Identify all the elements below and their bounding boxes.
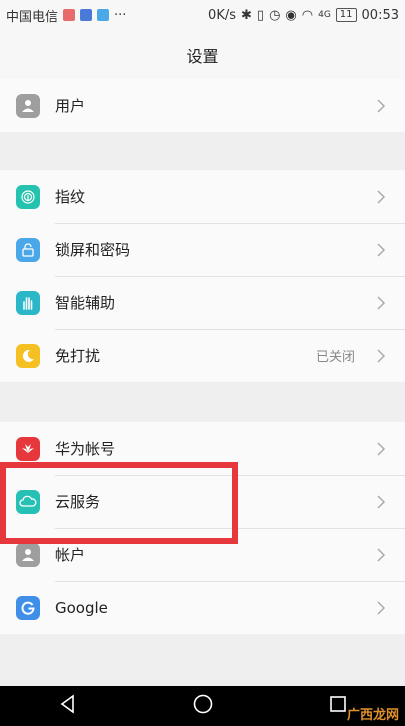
network-type: 4G [318, 10, 331, 20]
status-bar: 中国电信 ··· 0K/s ✱ ▯ ◷ ◉ ◠ 4G 11 00:53 [0, 0, 405, 30]
chevron-right-icon [369, 238, 393, 262]
title-bar: 设置 [0, 30, 405, 80]
settings-item-user[interactable]: 用户 [0, 79, 405, 132]
back-icon[interactable] [57, 693, 79, 719]
app-icon [80, 9, 93, 21]
settings-item-label: 指纹 [55, 188, 86, 206]
chevron-right-icon [369, 490, 393, 514]
settings-item-google[interactable]: Google [0, 581, 405, 634]
status-value: 已关闭 [315, 350, 355, 365]
settings-item-fingerprint[interactable]: 指纹 [0, 170, 405, 223]
vibrate-icon: ▯ [256, 7, 265, 23]
settings-item-do-not-disturb[interactable]: 免打扰 已关闭 [0, 329, 405, 382]
carrier-label: 中国电信 [6, 9, 59, 25]
bluetooth-icon: ✱ [241, 7, 252, 23]
settings-item-label: Google [55, 598, 108, 617]
battery-icon: 11 [335, 8, 357, 22]
settings-item-label: 华为帐号 [55, 440, 116, 458]
settings-item-accounts[interactable]: 帐户 [0, 528, 405, 581]
user-icon [16, 93, 40, 118]
hand-icon [16, 290, 40, 315]
settings-item-huawei-id[interactable]: 华为帐号 [0, 422, 405, 475]
settings-group-accounts: 华为帐号 云服务 帐户 Google [0, 422, 405, 634]
page-title: 设置 [186, 46, 219, 66]
eye-icon: ◉ [285, 7, 297, 23]
moon-icon [16, 343, 40, 368]
recents-icon[interactable] [327, 693, 349, 719]
watermark: 广西龙网 [346, 708, 399, 723]
net-speed: 0K/s [208, 7, 236, 23]
settings-item-label: 免打扰 [55, 347, 101, 365]
chevron-right-icon [369, 543, 393, 567]
wifi-icon: ◠ [301, 7, 314, 23]
settings-group-user: 用户 [0, 79, 405, 132]
google-icon [16, 595, 40, 620]
settings-item-label: 帐户 [55, 546, 86, 564]
cloud-icon [16, 489, 40, 514]
settings-group-security: 指纹 锁屏和密码 智能辅助 免打扰 已关闭 [0, 170, 405, 382]
settings-item-cloud-service[interactable]: 云服务 [0, 475, 405, 528]
more-icon: ··· [114, 7, 127, 23]
settings-item-label: 云服务 [55, 493, 101, 511]
gallery-icon [97, 9, 110, 21]
chevron-right-icon [369, 185, 393, 209]
lock-icon [16, 237, 40, 262]
notification-icon [63, 9, 76, 21]
huawei-icon [16, 436, 40, 461]
navigation-bar: 广西龙网 [0, 686, 405, 726]
settings-item-smart-assist[interactable]: 智能辅助 [0, 276, 405, 329]
chevron-right-icon [369, 437, 393, 461]
chevron-right-icon [369, 596, 393, 620]
chevron-right-icon [369, 291, 393, 315]
alarm-icon: ◷ [269, 7, 281, 23]
fingerprint-icon [16, 184, 40, 209]
settings-item-label: 智能辅助 [55, 294, 116, 312]
settings-item-lock-screen[interactable]: 锁屏和密码 [0, 223, 405, 276]
clock: 00:53 [361, 7, 399, 23]
account-icon [16, 542, 40, 567]
settings-item-label: 锁屏和密码 [55, 241, 131, 259]
settings-item-label: 用户 [55, 97, 86, 115]
chevron-right-icon [369, 94, 393, 118]
home-icon[interactable] [192, 693, 214, 719]
chevron-right-icon [369, 344, 393, 368]
